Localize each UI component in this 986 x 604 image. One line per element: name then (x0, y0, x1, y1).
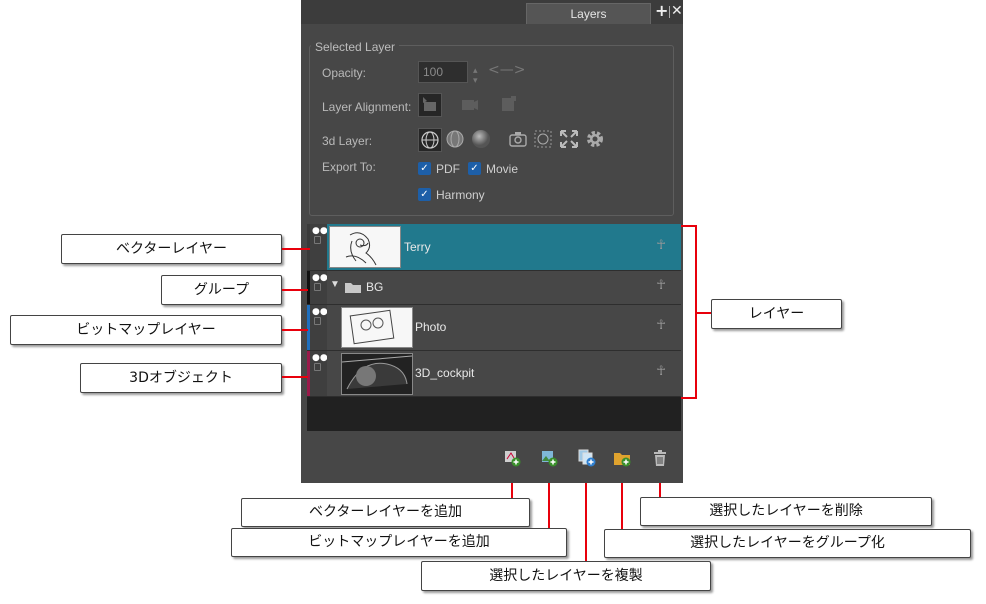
eye-icon[interactable]: ●● (312, 274, 328, 283)
layer-row-photo[interactable]: ●● Photo ☥ (307, 305, 681, 351)
layer3d-label: 3d Layer: (322, 134, 373, 148)
bracket-connector (697, 312, 711, 314)
layer-color-strip (307, 351, 310, 396)
layer-name[interactable]: 3D_cockpit (415, 366, 474, 380)
callout-line (585, 483, 587, 561)
bitmap-thumbnail (341, 307, 413, 348)
layer-color-strip (307, 271, 310, 304)
layer-row-3d-cockpit[interactable]: ●● 3D_cockpit ☥ (307, 351, 681, 397)
lock-icon[interactable] (314, 317, 321, 325)
callout-layers: レイヤー (711, 299, 842, 329)
group-layers-icon[interactable] (613, 449, 631, 467)
expand-icon[interactable] (558, 128, 582, 152)
puppet-icon[interactable]: ☥ (656, 278, 666, 293)
callout-line (511, 483, 513, 498)
callout-bitmap-layer: ビットマップレイヤー (10, 315, 282, 345)
align-camera-facing-icon[interactable] (418, 93, 442, 117)
callout-line (621, 483, 623, 529)
tab-bar: Layers + ✕ (301, 0, 683, 24)
callout-add-vector: ベクターレイヤーを追加 (241, 498, 530, 527)
expand-triangle-icon[interactable]: ▼ (330, 279, 340, 290)
export-label: Export To: (322, 160, 376, 174)
gear-icon[interactable] (584, 128, 608, 152)
layer-row-bg[interactable]: ●● ▼ BG ☥ (307, 271, 681, 305)
trash-icon[interactable] (651, 449, 669, 467)
callout-add-bitmap: ビットマップレイヤーを追加 (231, 528, 567, 557)
sphere-icon[interactable] (470, 128, 494, 152)
puppet-icon[interactable]: ☥ (656, 238, 666, 253)
callout-vector-layer: ベクターレイヤー (61, 234, 282, 264)
layer-body: 3D_cockpit ☥ (327, 351, 681, 396)
layer-name[interactable]: Photo (415, 320, 446, 334)
globe-shaded-icon[interactable] (444, 128, 468, 152)
tab-layers[interactable]: Layers (526, 3, 651, 24)
opacity-slider-arrows-icon[interactable]: <—> (488, 62, 525, 78)
callout-line (282, 248, 310, 250)
3d-thumbnail (341, 353, 413, 395)
bracket-top (681, 225, 696, 227)
duplicate-layer-icon[interactable] (578, 449, 596, 467)
layer-name[interactable]: Terry (404, 240, 431, 254)
align-ground-icon[interactable] (497, 93, 521, 117)
add-vector-layer-icon[interactable] (503, 449, 521, 467)
vector-thumbnail (329, 226, 401, 268)
globe-wireframe-icon[interactable] (418, 128, 442, 152)
lock-icon[interactable] (314, 236, 321, 244)
opacity-spinner-icon[interactable]: ▴ ▾ (473, 66, 478, 86)
callout-line (282, 289, 308, 291)
eye-icon[interactable]: ●● (312, 354, 328, 363)
layer-color-strip (307, 224, 310, 270)
callout-duplicate: 選択したレイヤーを複製 (421, 561, 711, 591)
opacity-field[interactable]: 100 (418, 61, 468, 83)
puppet-icon[interactable]: ☥ (656, 364, 666, 379)
callout-line (659, 483, 661, 497)
callout-line (282, 329, 308, 331)
eye-icon[interactable]: ●● (312, 227, 328, 236)
callout-3d-object: 3Dオブジェクト (80, 363, 282, 393)
callout-group: グループ (161, 275, 282, 305)
layer-name[interactable]: BG (366, 280, 383, 294)
close-icon[interactable]: ✕ (671, 3, 683, 19)
lock-icon[interactable] (314, 363, 321, 371)
layer-body: ▼ BG ☥ (327, 271, 681, 304)
opacity-label: Opacity: (322, 66, 367, 80)
add-bitmap-layer-icon[interactable] (540, 449, 558, 467)
export-pdf-label: PDF (436, 162, 460, 176)
callout-delete: 選択したレイヤーを削除 (640, 497, 932, 526)
plus-icon[interactable]: + (655, 3, 669, 19)
callout-group-selected: 選択したレイヤーをグループ化 (604, 529, 971, 558)
folder-icon (345, 283, 361, 293)
alignment-label: Layer Alignment: (322, 100, 412, 114)
layer-body: Photo ☥ (327, 305, 681, 350)
eye-icon[interactable]: ●● (312, 308, 328, 317)
export-harmony-checkbox[interactable]: ✓ (418, 188, 431, 201)
layer-color-strip (307, 305, 310, 350)
camera-icon[interactable] (507, 128, 531, 152)
bracket-bottom (681, 397, 696, 399)
callout-line (282, 376, 308, 378)
puppet-icon[interactable]: ☥ (656, 318, 666, 333)
lock-icon[interactable] (314, 283, 321, 291)
layer-body: Terry ☥ (327, 224, 681, 270)
export-movie-checkbox[interactable]: ✓ (468, 162, 481, 175)
tab-divider (669, 6, 670, 18)
layer-row-terry[interactable]: ●● Terry ☥ (307, 224, 681, 271)
layers-panel: Layers + ✕ Selected Layer Opacity: 100 ▴… (301, 0, 683, 483)
align-camera-icon[interactable] (458, 93, 482, 117)
bounding-box-icon[interactable] (532, 128, 556, 152)
selected-layer-legend: Selected Layer (311, 40, 400, 54)
export-harmony-label: Harmony (436, 188, 485, 202)
export-movie-label: Movie (486, 162, 519, 176)
layer-list[interactable]: ●● Terry ☥ ●● ▼ BG ☥ ●● Photo ☥ ●● 3D_co… (307, 224, 681, 431)
callout-line (548, 483, 550, 528)
export-pdf-checkbox[interactable]: ✓ (418, 162, 431, 175)
